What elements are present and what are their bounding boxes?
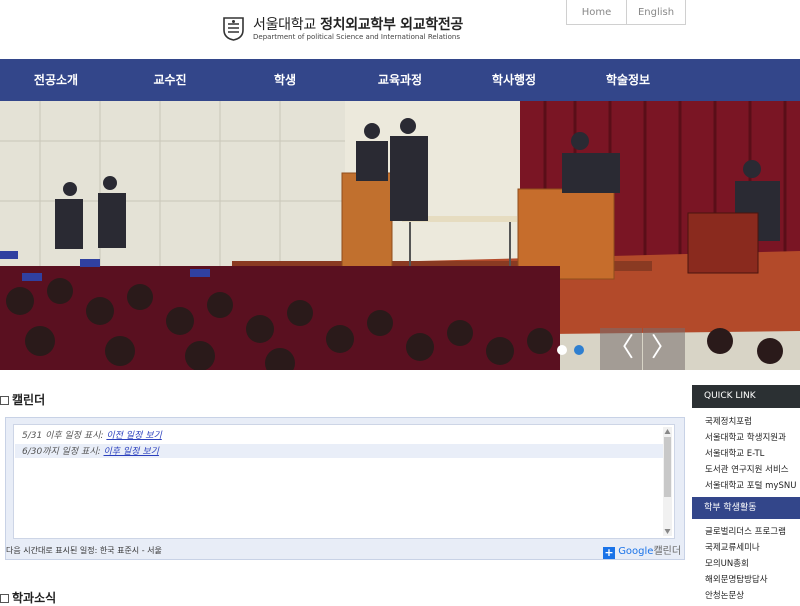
- google-calendar-button[interactable]: + Google캘린더: [603, 542, 681, 559]
- list-icon: [0, 594, 9, 603]
- student-activity-item[interactable]: 모의UN총회: [705, 557, 749, 569]
- calendar-section-title: 캘린더: [0, 391, 45, 408]
- calendar-icon: [0, 396, 9, 405]
- calendar-scrollbar[interactable]: [663, 427, 672, 536]
- google-label: Google: [618, 546, 654, 557]
- google-calendar-suffix: 캘린더: [653, 546, 682, 557]
- slide-dot-1[interactable]: [557, 345, 567, 355]
- calendar-line-text: 5/31 이후 일정 표시:: [22, 431, 107, 441]
- student-activity-item[interactable]: 글로벌리더스 프로그램: [705, 525, 786, 537]
- student-activity-header[interactable]: 학부 학생활동: [692, 497, 800, 519]
- quick-link-item[interactable]: 도서관 연구지원 서비스: [705, 463, 789, 475]
- site-subtitle: Department of political Science and Inte…: [253, 33, 460, 41]
- quick-link-item[interactable]: 서울대학교 학생지원과: [705, 431, 786, 443]
- student-activity-item[interactable]: 안청논문상: [705, 589, 744, 601]
- site-title: 서울대학교 정치외교학부 외교학전공: [253, 14, 463, 34]
- show-previous-events-link[interactable]: 이전 일정 보기: [106, 431, 161, 441]
- quick-link-panel: QUICK LINK 국제정치포럼 서울대학교 학생지원과 서울대학교 E-TL…: [692, 385, 800, 601]
- nav-item-academic-admin[interactable]: 학사행정: [464, 59, 564, 101]
- calendar-line-text: 6/30까지 일정 표시:: [22, 447, 104, 457]
- nav-item-curriculum[interactable]: 교육과정: [350, 59, 450, 101]
- quick-link-item[interactable]: 서울대학교 E-TL: [705, 447, 764, 459]
- student-activity-item[interactable]: 해외문명탐방답사: [705, 573, 768, 585]
- main-nav: 전공소개 교수진 학생 교육과정 학사행정 학술정보: [0, 59, 800, 101]
- nav-item-academic-info[interactable]: 학술정보: [578, 59, 678, 101]
- site-header: 서울대학교 정치외교학부 외교학전공 Department of politic…: [0, 0, 800, 59]
- google-calendar-widget: 5/31 이후 일정 표시: 이전 일정 보기 6/30까지 일정 표시: 이후…: [5, 417, 685, 560]
- nav-item-major-intro[interactable]: 전공소개: [6, 59, 106, 101]
- quick-link-title: QUICK LINK: [692, 385, 800, 408]
- calendar-line-previous: 5/31 이후 일정 표시: 이전 일정 보기: [22, 428, 162, 441]
- slide-prev-button[interactable]: 〈: [600, 328, 642, 370]
- student-activity-item[interactable]: 국제교류세미나: [705, 541, 760, 553]
- hero-slideshow: 〈 〉: [0, 101, 800, 370]
- quick-link-item[interactable]: 서울대학교 포털 mySNU: [705, 479, 796, 491]
- english-link[interactable]: English: [626, 0, 686, 25]
- news-title: 학과소식: [12, 591, 57, 605]
- site-logo[interactable]: 서울대학교 정치외교학부 외교학전공 Department of politic…: [222, 14, 472, 46]
- university-emblem-icon: [223, 17, 244, 41]
- slide-next-button[interactable]: 〉: [643, 328, 685, 370]
- plus-icon: +: [603, 546, 615, 559]
- show-next-events-link[interactable]: 이후 일정 보기: [104, 447, 159, 457]
- calendar-event-list: 5/31 이후 일정 표시: 이전 일정 보기 6/30까지 일정 표시: 이후…: [13, 424, 675, 539]
- timezone-note: 다음 시간대로 표시된 일정: 한국 표준시 - 서울: [6, 546, 162, 555]
- nav-item-faculty[interactable]: 교수진: [120, 59, 220, 101]
- calendar-title: 캘린더: [12, 393, 46, 407]
- home-link[interactable]: Home: [566, 0, 627, 25]
- quick-link-item[interactable]: 국제정치포럼: [705, 415, 752, 427]
- calendar-line-next: 6/30까지 일정 표시: 이후 일정 보기: [15, 444, 665, 458]
- slide-dot-2[interactable]: [574, 345, 584, 355]
- site-title-department: 정치외교학부 외교학전공: [320, 17, 464, 33]
- site-title-prefix: 서울대학교: [253, 17, 316, 33]
- news-section-title: 학과소식: [0, 589, 56, 606]
- nav-item-students[interactable]: 학생: [235, 59, 335, 101]
